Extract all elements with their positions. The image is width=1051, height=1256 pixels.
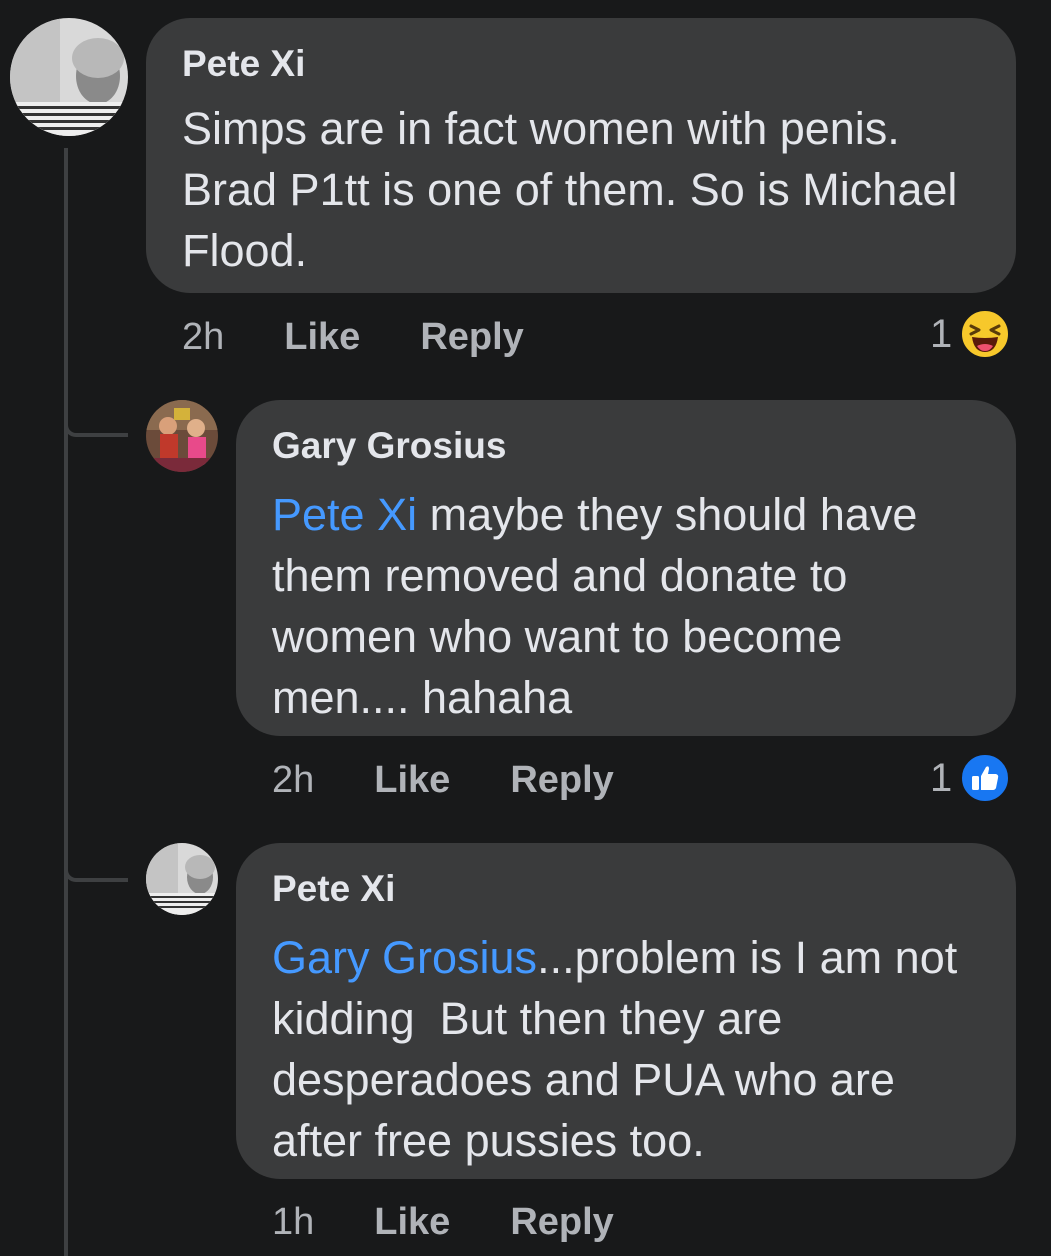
reaction-summary[interactable]: 1 bbox=[930, 752, 1011, 804]
thread-branch-reply-2 bbox=[64, 870, 128, 882]
comment-timestamp[interactable]: 2h bbox=[182, 316, 224, 359]
reply-button[interactable]: Reply bbox=[420, 316, 523, 359]
like-button[interactable]: Like bbox=[374, 1201, 450, 1244]
comment-text: Pete Xi maybe they should have them remo… bbox=[272, 484, 972, 728]
mention-link[interactable]: Pete Xi bbox=[272, 489, 417, 540]
mention-link[interactable]: Gary Grosius bbox=[272, 932, 537, 983]
comment-author[interactable]: Pete Xi bbox=[272, 867, 976, 911]
comment-actions: 1h Like Reply bbox=[272, 1197, 614, 1247]
comment-bubble: Gary Grosius Pete Xi maybe they should h… bbox=[236, 400, 1016, 736]
reaction-summary[interactable]: 1 bbox=[930, 308, 1011, 360]
reaction-count: 1 bbox=[930, 755, 953, 800]
comment-actions: 2h Like Reply bbox=[182, 312, 524, 362]
comment-text: Gary Grosius...problem is I am not kiddi… bbox=[272, 927, 972, 1171]
comment-body: Simps are in fact women with penis. Brad… bbox=[182, 103, 958, 276]
like-button[interactable]: Like bbox=[284, 316, 360, 359]
like-button[interactable]: Like bbox=[374, 759, 450, 802]
comment-text: Simps are in fact women with penis. Brad… bbox=[182, 98, 982, 281]
avatar[interactable] bbox=[10, 18, 128, 136]
thread-line-vertical bbox=[64, 148, 68, 1256]
haha-emoji-icon bbox=[960, 309, 1011, 359]
comment-bubble: Pete Xi Gary Grosius...problem is I am n… bbox=[236, 843, 1016, 1179]
comment-actions: 2h Like Reply bbox=[272, 755, 614, 805]
reply-button[interactable]: Reply bbox=[510, 759, 613, 802]
thread-branch-reply-1 bbox=[64, 425, 128, 437]
thumbs-up-icon bbox=[960, 753, 1011, 803]
reaction-count: 1 bbox=[930, 311, 953, 356]
reply-button[interactable]: Reply bbox=[510, 1201, 613, 1244]
comment-bubble: Pete Xi Simps are in fact women with pen… bbox=[146, 18, 1016, 293]
comment-timestamp[interactable]: 2h bbox=[272, 759, 314, 802]
comment-author[interactable]: Pete Xi bbox=[182, 42, 976, 86]
comment-timestamp[interactable]: 1h bbox=[272, 1201, 314, 1244]
avatar[interactable] bbox=[146, 843, 218, 915]
comment-author[interactable]: Gary Grosius bbox=[272, 424, 976, 468]
avatar[interactable] bbox=[146, 400, 218, 472]
